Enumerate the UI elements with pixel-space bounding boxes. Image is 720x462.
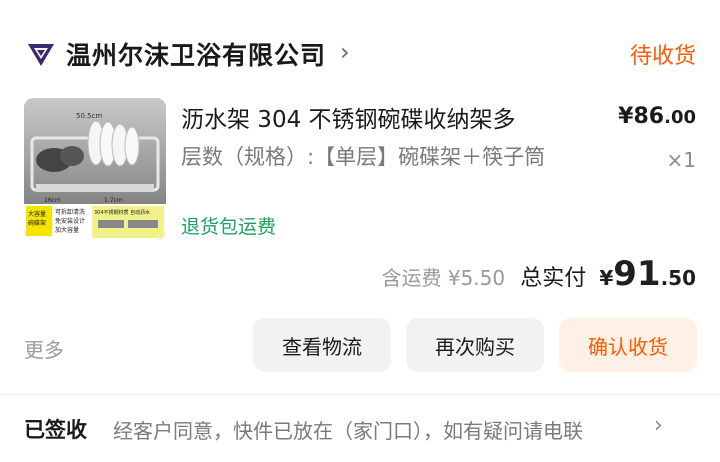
svg-text:碗碟架: 碗碟架 — [28, 219, 46, 227]
product-title[interactable]: 沥水架 304 不锈钢碗碟收纳架多 — [181, 100, 516, 134]
product-price: ¥86.00 — [618, 104, 696, 129]
product-thumbnail[interactable]: 50.5cm 16cm 1.7cm 大容量 碗碟架 可拆卸清洗 免安装设计 加大… — [24, 98, 166, 240]
svg-text:大容量: 大容量 — [28, 210, 46, 218]
shop-logo-icon — [28, 44, 54, 66]
feature-3: 加大容量 — [55, 226, 79, 234]
chevron-right-icon[interactable]: › — [654, 413, 663, 438]
price-decimal: .00 — [664, 107, 696, 128]
shipping-fee: 含运费 ¥5.50 — [381, 266, 506, 290]
shop-name[interactable]: 温州尔沫卫浴有限公司 — [66, 36, 326, 72]
order-total: 含运费 ¥5.50 总实付 ¥91.50 — [381, 254, 696, 300]
price-integer: 86 — [633, 104, 665, 129]
product-quantity: ×1 — [666, 148, 696, 172]
dim-mid-label: 1.7cm — [104, 197, 123, 204]
total-symbol: ¥ — [599, 266, 614, 290]
shop-header[interactable]: 温州尔沫卫浴有限公司 › 待收货 — [26, 34, 696, 74]
dim-top-label: 50.5cm — [76, 112, 102, 120]
total-decimal: .50 — [660, 266, 696, 290]
buy-again-button[interactable]: 再次购买 — [406, 318, 544, 372]
tracking-status: 已签收 — [24, 418, 87, 442]
total-label: 总实付 — [520, 266, 587, 291]
confirm-receipt-button[interactable]: 确认收货 — [559, 318, 697, 372]
more-button[interactable]: 更多 — [24, 334, 64, 363]
chevron-right-icon[interactable]: › — [340, 38, 350, 66]
price-symbol: ¥ — [618, 104, 634, 129]
tracking-message[interactable]: 经客户同意，快件已放在（家门口），如有疑问请电联 — [113, 415, 655, 444]
return-shipping-tag: 退货包运费 — [181, 216, 277, 238]
dim-side-label: 16cm — [44, 197, 61, 204]
dish-rack-image: 50.5cm 16cm 1.7cm 大容量 碗碟架 可拆卸清洗 免安装设计 加大… — [24, 98, 166, 240]
order-status: 待收货 — [629, 44, 696, 69]
divider — [0, 394, 720, 395]
feature-4: 304不锈钢材质 自动沥水 — [94, 209, 150, 216]
feature-1: 可拆卸清洗 — [55, 208, 85, 216]
product-spec: 层数（规格）:【单层】碗碟架＋筷子筒 — [181, 145, 546, 169]
total-integer: 91 — [613, 254, 661, 294]
feature-2: 免安装设计 — [55, 217, 85, 225]
view-logistics-button[interactable]: 查看物流 — [253, 318, 391, 372]
